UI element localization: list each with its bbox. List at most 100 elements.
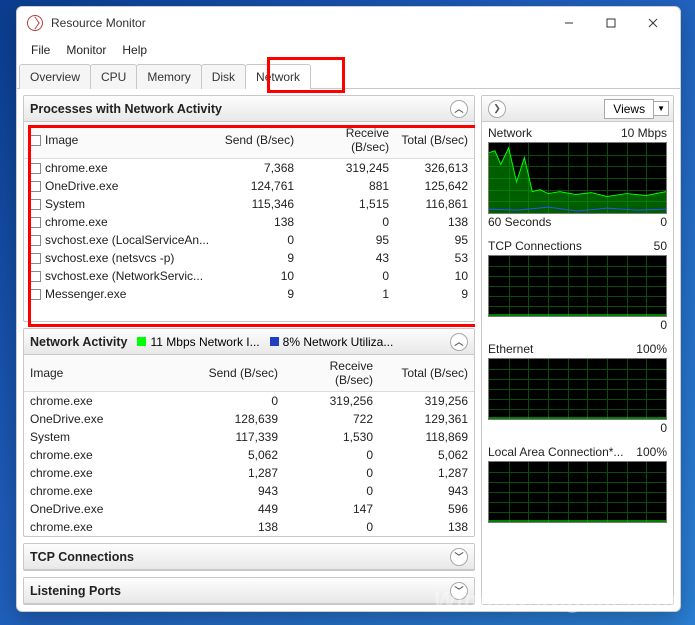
cell-send: 943 bbox=[199, 482, 284, 500]
panel-processes-title: Processes with Network Activity bbox=[30, 102, 222, 116]
table-row[interactable]: svchost.exe (netsvcs -p)94353 bbox=[24, 249, 474, 267]
cell-send: 10 bbox=[215, 267, 300, 285]
process-name: chrome.exe bbox=[24, 482, 199, 500]
panel-listening-title: Listening Ports bbox=[30, 584, 121, 598]
col-total[interactable]: Total (B/sec) bbox=[395, 122, 474, 159]
processes-table: Image Send (B/sec) Receive (B/sec) Total… bbox=[24, 122, 474, 303]
col-send[interactable]: Send (B/sec) bbox=[199, 355, 284, 392]
menu-file[interactable]: File bbox=[25, 41, 56, 59]
table-row[interactable]: System115,3461,515116,861 bbox=[24, 195, 474, 213]
legend-blue-icon bbox=[270, 337, 279, 346]
process-name: chrome.exe bbox=[45, 161, 108, 175]
cell-total: 138 bbox=[395, 213, 474, 231]
chart-block: Ethernet 100% 0 bbox=[482, 338, 673, 441]
chart-block: Local Area Connection*... 100% bbox=[482, 441, 673, 529]
chart-canvas bbox=[488, 358, 667, 420]
cell-total: 118,869 bbox=[379, 428, 474, 446]
col-total[interactable]: Total (B/sec) bbox=[379, 355, 474, 392]
chart-title: Network bbox=[488, 126, 532, 140]
chart-sub-right: 0 bbox=[660, 421, 667, 435]
table-row[interactable]: chrome.exe9430943 bbox=[24, 482, 474, 500]
collapse-icon[interactable]: ︿ bbox=[450, 100, 468, 118]
views-button[interactable]: Views bbox=[604, 99, 654, 119]
cell-send: 138 bbox=[199, 518, 284, 536]
cell-total: 943 bbox=[379, 482, 474, 500]
checkbox[interactable] bbox=[30, 289, 41, 300]
cell-recv: 147 bbox=[284, 500, 379, 518]
cell-recv: 1 bbox=[300, 285, 395, 303]
panel-tcp-header[interactable]: TCP Connections ﹀ bbox=[24, 544, 474, 570]
checkbox[interactable] bbox=[30, 271, 41, 282]
table-row[interactable]: chrome.exe1380138 bbox=[24, 518, 474, 536]
cell-send: 7,368 bbox=[215, 159, 300, 178]
cell-send: 117,339 bbox=[199, 428, 284, 446]
panel-activity-title: Network Activity bbox=[30, 335, 127, 349]
views-dropdown-icon[interactable]: ▼ bbox=[654, 101, 669, 116]
cell-recv: 43 bbox=[300, 249, 395, 267]
cell-send: 9 bbox=[215, 249, 300, 267]
table-row[interactable]: chrome.exe5,06205,062 bbox=[24, 446, 474, 464]
tab-network[interactable]: Network bbox=[245, 64, 311, 89]
table-row[interactable]: chrome.exe0319,256319,256 bbox=[24, 392, 474, 411]
cell-recv: 881 bbox=[300, 177, 395, 195]
close-button[interactable] bbox=[632, 9, 674, 37]
cell-recv: 0 bbox=[284, 482, 379, 500]
col-receive[interactable]: Receive (B/sec) bbox=[300, 122, 395, 159]
checkbox[interactable] bbox=[30, 181, 41, 192]
table-row[interactable]: OneDrive.exe124,761881125,642 bbox=[24, 177, 474, 195]
table-row[interactable]: System117,3391,530118,869 bbox=[24, 428, 474, 446]
sidebar-collapse-icon[interactable]: ❯ bbox=[488, 100, 506, 118]
process-name: Messenger.exe bbox=[45, 287, 126, 301]
tab-disk[interactable]: Disk bbox=[201, 64, 246, 89]
cell-recv: 0 bbox=[300, 267, 395, 285]
menu-help[interactable]: Help bbox=[116, 41, 153, 59]
cell-send: 124,761 bbox=[215, 177, 300, 195]
table-row[interactable]: svchost.exe (LocalServiceAn...09595 bbox=[24, 231, 474, 249]
col-image[interactable]: Image bbox=[24, 355, 199, 392]
panel-activity-body[interactable]: Image Send (B/sec) Receive (B/sec) Total… bbox=[24, 355, 474, 536]
tab-memory[interactable]: Memory bbox=[136, 64, 201, 89]
checkbox[interactable] bbox=[30, 217, 41, 228]
panel-listening-header[interactable]: Listening Ports ﹀ bbox=[24, 578, 474, 604]
checkbox[interactable] bbox=[30, 199, 41, 210]
chart-scale: 10 Mbps bbox=[621, 126, 667, 140]
tab-cpu[interactable]: CPU bbox=[90, 64, 137, 89]
table-row[interactable]: Messenger.exe919 bbox=[24, 285, 474, 303]
process-name: System bbox=[45, 197, 85, 211]
checkbox[interactable] bbox=[30, 253, 41, 264]
table-row[interactable]: chrome.exe1,28701,287 bbox=[24, 464, 474, 482]
maximize-button[interactable] bbox=[590, 9, 632, 37]
panel-processes-header[interactable]: Processes with Network Activity ︿ bbox=[24, 96, 474, 122]
title-bar[interactable]: Resource Monitor bbox=[17, 7, 680, 39]
right-sidebar: ❯ Views ▼ Network 10 Mbps 60 Seconds0 TC… bbox=[481, 95, 674, 605]
cell-send: 138 bbox=[215, 213, 300, 231]
panel-tcp: TCP Connections ﹀ bbox=[23, 543, 475, 571]
cell-send: 115,346 bbox=[215, 195, 300, 213]
table-row[interactable]: chrome.exe7,368319,245326,613 bbox=[24, 159, 474, 178]
checkbox-all[interactable] bbox=[30, 135, 41, 146]
cell-total: 596 bbox=[379, 500, 474, 518]
col-send[interactable]: Send (B/sec) bbox=[215, 122, 300, 159]
menu-monitor[interactable]: Monitor bbox=[60, 41, 112, 59]
chart-block: Network 10 Mbps 60 Seconds0 bbox=[482, 122, 673, 235]
table-row[interactable]: OneDrive.exe449147596 bbox=[24, 500, 474, 518]
col-image[interactable]: Image bbox=[45, 133, 78, 147]
panel-activity-header[interactable]: Network Activity 11 Mbps Network I... 8%… bbox=[24, 329, 474, 355]
panel-processes-body[interactable]: Image Send (B/sec) Receive (B/sec) Total… bbox=[24, 122, 474, 321]
cell-total: 326,613 bbox=[395, 159, 474, 178]
tab-overview[interactable]: Overview bbox=[19, 64, 91, 89]
expand-icon[interactable]: ﹀ bbox=[450, 548, 468, 566]
col-receive[interactable]: Receive (B/sec) bbox=[284, 355, 379, 392]
collapse-icon[interactable]: ︿ bbox=[450, 333, 468, 351]
table-row[interactable]: OneDrive.exe128,639722129,361 bbox=[24, 410, 474, 428]
expand-icon[interactable]: ﹀ bbox=[450, 582, 468, 600]
charts-container[interactable]: Network 10 Mbps 60 Seconds0 TCP Connecti… bbox=[482, 122, 673, 604]
legend-text-2: 8% Network Utiliza... bbox=[283, 335, 394, 349]
minimize-button[interactable] bbox=[548, 9, 590, 37]
table-row[interactable]: svchost.exe (NetworkServic...10010 bbox=[24, 267, 474, 285]
process-name: chrome.exe bbox=[24, 464, 199, 482]
table-row[interactable]: chrome.exe1380138 bbox=[24, 213, 474, 231]
checkbox[interactable] bbox=[30, 163, 41, 174]
process-name: OneDrive.exe bbox=[45, 179, 118, 193]
checkbox[interactable] bbox=[30, 235, 41, 246]
